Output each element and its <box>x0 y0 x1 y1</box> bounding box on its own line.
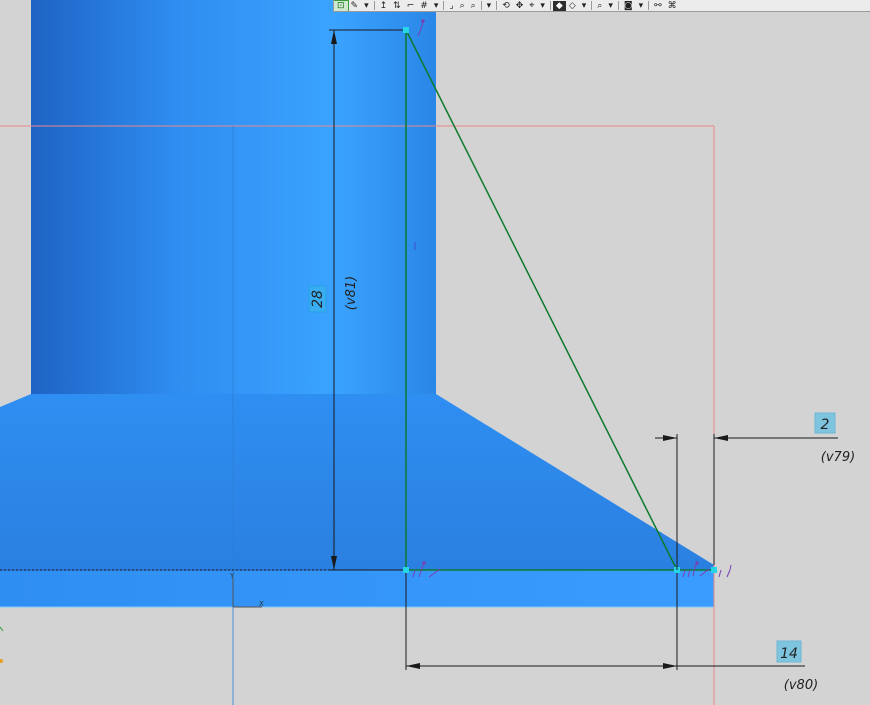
origin-x-label: X <box>259 600 264 608</box>
toolbar-separator <box>480 1 482 10</box>
dim-t-variable: (v79) <box>821 450 855 465</box>
toolbar-separator <box>617 1 619 10</box>
parametric-button[interactable]: ⌘ <box>665 1 680 11</box>
dropdown-arrow-2[interactable]: ▾ <box>431 1 442 11</box>
dim-b-variable: (v80) <box>784 678 818 693</box>
zoom-button[interactable]: ⌕ <box>457 1 468 11</box>
dropdown-arrow-3[interactable]: ▾ <box>484 1 495 11</box>
toolbar-separator <box>443 1 445 10</box>
toolbar-separator <box>496 1 498 10</box>
point-bottom-right[interactable] <box>711 567 717 573</box>
dropdown-arrow-1[interactable]: ▾ <box>361 1 372 11</box>
dropdown-arrow-7[interactable]: ▾ <box>636 1 647 11</box>
view-toolbar: ⊡ ✎ ▾ ↥ ⇅ ⌐ # ▾ ⌟ ⌕ ⌕ ▾ ⟲ ✥ ⌖ ▾ ◆ ◇ ▾ ⌕ ▾ ◙ ▾ ⚯ ⌘ <box>333 0 870 12</box>
dropdown-arrow-5[interactable]: ▾ <box>579 1 590 11</box>
dim-t-value[interactable]: 2 <box>821 417 830 433</box>
point-bottom-left[interactable] <box>403 567 409 573</box>
constraints-button[interactable]: ⚯ <box>651 1 665 11</box>
origin-y-label: Y <box>229 572 235 580</box>
toolbar-separator <box>549 1 551 10</box>
pencil-tool-button[interactable]: ✎ <box>348 1 362 11</box>
dim-v-variable: (v81) <box>344 276 359 310</box>
dim-b-value[interactable]: 14 <box>780 646 798 662</box>
toolbar-separator <box>591 1 593 10</box>
bracket-button[interactable]: ⌐ <box>404 1 418 11</box>
base-disk[interactable] <box>0 570 714 607</box>
sketch-toggle-button[interactable]: ⊡ <box>334 0 349 11</box>
point-top[interactable] <box>403 27 409 33</box>
rotate-button[interactable]: ⟲ <box>499 1 513 11</box>
bracket-close-button[interactable]: ⌟ <box>446 1 456 11</box>
3d-viewport[interactable]: Y X 28 (v81) 2 (v79) 14 (v80) <box>0 0 870 705</box>
ortho-button[interactable]: ⇅ <box>390 1 404 11</box>
dim-v-value[interactable]: 28 <box>310 290 326 308</box>
toolbar-separator <box>373 1 375 10</box>
dropdown-arrow-4[interactable]: ▾ <box>537 1 548 11</box>
wireframe-view-button[interactable]: ◇ <box>566 1 579 11</box>
grid-button[interactable]: # <box>417 1 431 11</box>
shaded-view-button[interactable]: ◆ <box>552 0 566 11</box>
axis-labels-button[interactable]: ↥ <box>377 1 391 11</box>
display-button[interactable]: ◙ <box>621 1 636 11</box>
zoom-dropdown-button[interactable]: ⌕ <box>468 1 479 11</box>
orient-button[interactable]: ⌖ <box>526 1 537 11</box>
section-button[interactable]: ⌕ <box>594 1 605 11</box>
toolbar-separator <box>648 1 650 10</box>
dropdown-arrow-6[interactable]: ▾ <box>605 1 616 11</box>
pan-button[interactable]: ✥ <box>513 1 527 11</box>
viewport-canvas[interactable]: Y X 28 (v81) 2 (v79) 14 (v80) <box>0 0 870 705</box>
